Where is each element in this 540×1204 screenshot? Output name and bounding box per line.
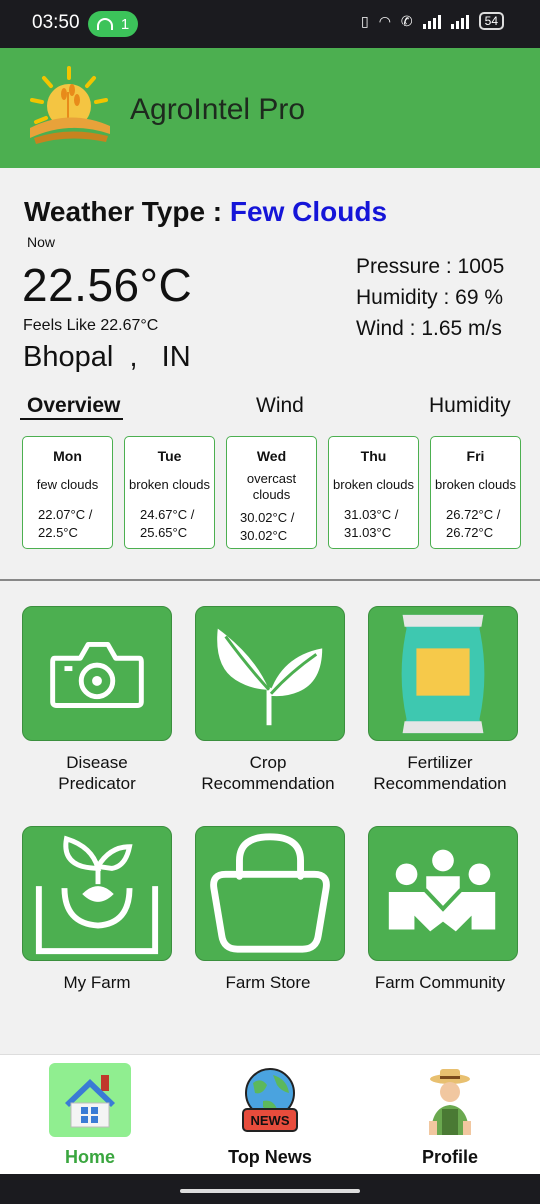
agrointel-logo <box>30 66 110 144</box>
community-icon <box>388 849 496 932</box>
forecast-temp-max: 31.03°C <box>344 525 392 540</box>
hotspot-icon <box>96 18 113 30</box>
section-divider <box>0 579 540 581</box>
forecast-card[interactable]: Mon few clouds 22.07°C / 22.5°C <box>22 436 113 549</box>
forecast-card[interactable]: Thu broken clouds 31.03°C / 31.03°C <box>328 436 419 549</box>
forecast-card[interactable]: Wed overcast clouds 30.02°C / 30.02°C <box>226 436 317 549</box>
sprout-icon <box>217 628 323 726</box>
tile-label: Crop Recommendation <box>201 753 335 793</box>
forecast-day: Mon <box>53 448 82 464</box>
now-label: Now <box>27 234 56 250</box>
fertilizer-recommendation-button[interactable] <box>368 606 518 741</box>
forecast-temp: 30.02°C / 30.02°C <box>240 509 294 545</box>
weather-type-label: Weather Type : <box>24 196 223 227</box>
forecast-desc: broken clouds <box>333 477 414 492</box>
farm-store-button[interactable] <box>195 826 345 961</box>
feels-like: Feels Like 22.67°C <box>23 317 159 334</box>
tab-overview[interactable]: Overview <box>20 394 124 420</box>
shopping-bag-icon <box>210 833 330 953</box>
forecast-temp-min: 31.03°C / <box>344 507 399 522</box>
location: Bhopal , IN <box>23 341 191 374</box>
seedling-soil-icon <box>35 835 159 955</box>
forecast-temp-min: 22.07°C / <box>38 507 93 522</box>
hotspot-indicator: 1 <box>88 11 138 37</box>
app-bar: AgroIntel Pro <box>0 48 540 168</box>
forecast-temp: 26.72°C / 26.72°C <box>446 506 500 542</box>
wifi-icon: ◠ <box>378 12 391 29</box>
forecast-list: Mon few clouds 22.07°C / 22.5°C Tue broke… <box>22 436 521 549</box>
forecast-temp-min: 24.67°C / <box>140 507 195 522</box>
forecast-temp-max: 22.5°C <box>38 525 78 540</box>
home-gesture-handle[interactable] <box>180 1189 360 1193</box>
disease-predicator-button[interactable] <box>22 606 172 741</box>
forecast-temp-max: 25.65°C <box>140 525 188 540</box>
forecast-tabs: Overview Wind Humidity <box>0 394 540 422</box>
tile-label: Farm Community <box>374 973 506 992</box>
news-badge-text: NEWS <box>251 1113 290 1128</box>
tile-label: Disease Predicator <box>58 753 136 793</box>
hotspot-count: 1 <box>120 15 130 33</box>
house-icon <box>65 1075 115 1128</box>
forecast-temp-max: 26.72°C <box>446 525 494 540</box>
tab-humidity[interactable]: Humidity <box>429 394 511 418</box>
pressure-stat: Pressure : 1005 <box>356 255 505 278</box>
forecast-day: Wed <box>256 448 287 464</box>
status-icons: ▯ ◠ ✆ 54 <box>361 12 504 30</box>
nav-home[interactable]: Home <box>0 1055 180 1175</box>
crop-recommendation-button[interactable] <box>195 606 345 741</box>
forecast-temp: 24.67°C / 25.65°C <box>140 506 194 542</box>
nav-home-highlight <box>49 1063 131 1137</box>
forecast-desc: broken clouds <box>435 477 516 492</box>
news-globe-icon: NEWS <box>242 1068 298 1132</box>
camera-icon <box>50 641 144 708</box>
country-code: IN <box>161 341 191 373</box>
forecast-day: Tue <box>157 448 182 464</box>
forecast-temp-min: 30.02°C / <box>240 510 295 525</box>
system-navigation-bar <box>0 1174 540 1204</box>
forecast-day: Thu <box>360 448 387 464</box>
status-bar: 03:50 1 ▯ ◠ ✆ 54 <box>0 0 540 48</box>
current-temperature: 22.56°C <box>22 259 193 311</box>
wind-stat: Wind : 1.65 m/s <box>356 317 502 340</box>
app-title: AgroIntel Pro <box>130 93 306 126</box>
tile-label: Fertilizer Recommendation <box>373 753 507 793</box>
call-icon: ✆ <box>400 12 413 29</box>
signal-icon-2 <box>450 13 469 29</box>
forecast-temp: 22.07°C / 22.5°C <box>38 506 92 542</box>
weather-type-value: Few Clouds <box>229 196 388 227</box>
forecast-temp-max: 30.02°C <box>240 528 288 543</box>
weather-type: Weather Type : Few Clouds <box>24 196 387 228</box>
forecast-card[interactable]: Fri broken clouds 26.72°C / 26.72°C <box>430 436 521 549</box>
forecast-desc: broken clouds <box>129 477 210 492</box>
forecast-card[interactable]: Tue broken clouds 24.67°C / 25.65°C <box>124 436 215 549</box>
city-name: Bhopal <box>23 341 114 373</box>
my-farm-button[interactable] <box>22 826 172 961</box>
tile-label: Farm Store <box>225 973 311 992</box>
forecast-desc: few clouds <box>36 477 99 492</box>
fertilizer-bag-icon <box>401 614 485 734</box>
farmer-icon <box>429 1069 471 1135</box>
signal-icon-1 <box>422 13 441 29</box>
nav-profile-label: Profile <box>421 1147 478 1167</box>
location-separator: , <box>129 341 138 373</box>
nav-home-label: Home <box>64 1147 115 1167</box>
battery-level: 54 <box>478 12 504 30</box>
farm-community-button[interactable] <box>368 826 518 961</box>
tab-wind[interactable]: Wind <box>256 394 304 418</box>
vibrate-icon: ▯ <box>360 12 369 29</box>
bottom-navigation: Home NEWS Top News Profile <box>0 1054 540 1174</box>
forecast-temp-min: 26.72°C / <box>446 507 501 522</box>
humidity-stat: Humidity : 69 % <box>356 286 504 309</box>
forecast-desc: overcast clouds <box>246 471 297 502</box>
nav-top-news-label: Top News <box>228 1147 312 1167</box>
tile-label: My Farm <box>63 973 131 992</box>
forecast-day: Fri <box>466 448 485 464</box>
nav-profile[interactable]: Profile <box>360 1055 540 1175</box>
forecast-temp: 31.03°C / 31.03°C <box>344 506 398 542</box>
status-time: 03:50 <box>32 12 80 33</box>
nav-top-news[interactable]: NEWS Top News <box>180 1055 360 1175</box>
